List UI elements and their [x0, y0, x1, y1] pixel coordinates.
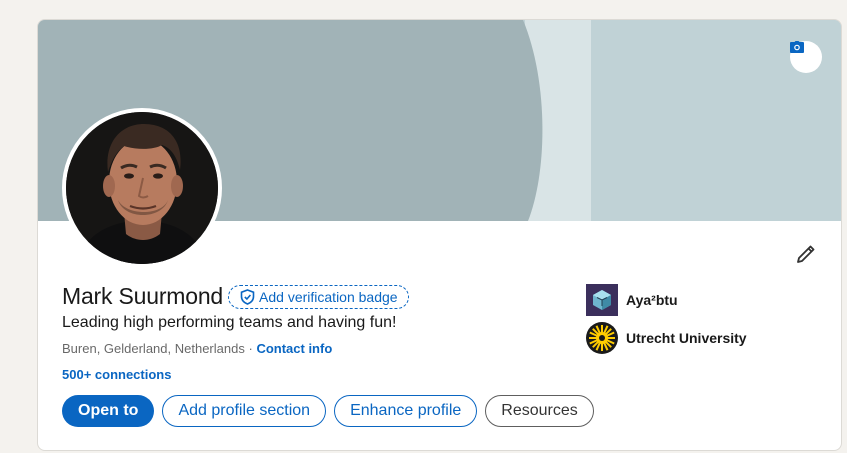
contact-info-link[interactable]: Contact info — [256, 341, 332, 356]
profile-actions: Open to Add profile section Enhance prof… — [62, 395, 594, 427]
connections-link[interactable]: 500+ connections — [62, 367, 171, 382]
cube-logo-icon — [586, 284, 618, 316]
location-row: Buren, Gelderland, Netherlands · Contact… — [62, 341, 332, 356]
open-to-button[interactable]: Open to — [62, 395, 155, 427]
camera-icon — [790, 41, 804, 53]
pencil-icon — [797, 245, 815, 263]
university-sun-logo-icon — [586, 322, 618, 354]
profile-headline: Leading high performing teams and having… — [62, 314, 397, 331]
org-item-education[interactable]: Utrecht University — [586, 322, 747, 354]
profile-card: Mark Suurmond Add verification badge Lea… — [37, 19, 842, 451]
verification-label: Add verification badge — [259, 288, 398, 305]
add-verification-badge-button[interactable]: Add verification badge — [228, 284, 409, 309]
profile-photo[interactable] — [62, 108, 222, 268]
add-profile-section-button[interactable]: Add profile section — [162, 395, 327, 427]
org-name-education: Utrecht University — [626, 330, 747, 346]
shield-check-icon — [240, 288, 255, 305]
edit-banner-button[interactable] — [790, 41, 822, 73]
avatar-portrait — [66, 112, 218, 264]
org-item-current-company[interactable]: Aya²btu — [586, 284, 678, 316]
resources-button[interactable]: Resources — [485, 395, 594, 427]
profile-location: Buren, Gelderland, Netherlands — [62, 341, 245, 356]
location-separator: · — [248, 341, 253, 356]
name-row: Mark Suurmond Add verification badge — [62, 283, 409, 310]
enhance-profile-button[interactable]: Enhance profile — [334, 395, 478, 427]
org-name-current-company: Aya²btu — [626, 292, 678, 308]
edit-intro-button[interactable] — [790, 238, 822, 270]
profile-name: Mark Suurmond — [62, 283, 224, 309]
